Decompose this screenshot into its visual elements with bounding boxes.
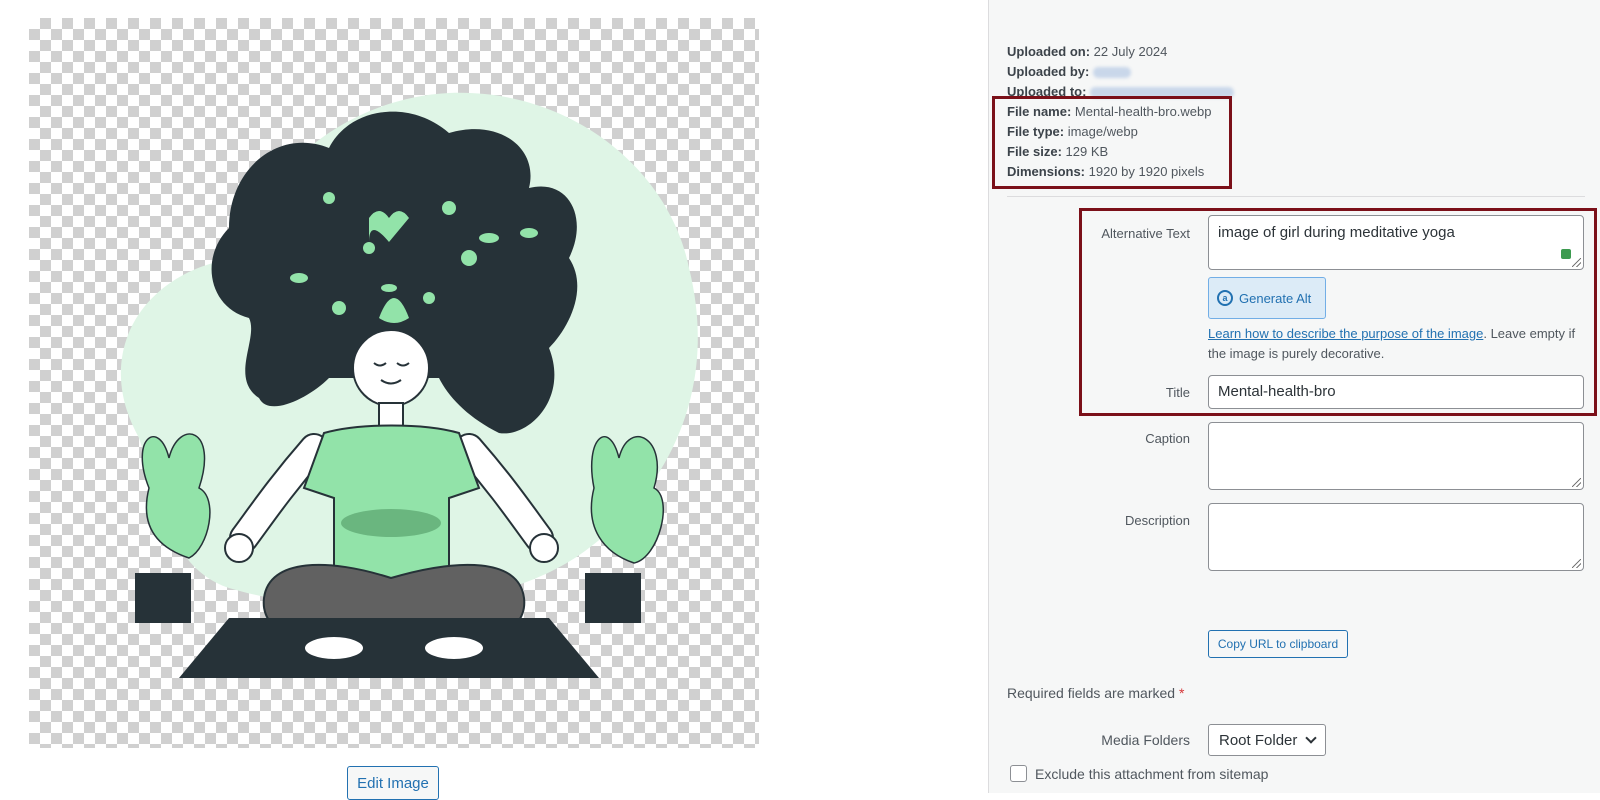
media-folders-select[interactable]: Root Folder: [1208, 724, 1326, 756]
resize-handle-icon[interactable]: [1572, 559, 1581, 568]
description-textarea[interactable]: [1208, 503, 1584, 571]
caption-textarea[interactable]: [1208, 422, 1584, 490]
alt-text-label: Alternative Text: [1101, 226, 1190, 241]
alt-text-textarea[interactable]: image of girl during meditative yoga: [1208, 215, 1584, 270]
exclude-sitemap-row[interactable]: Exclude this attachment from sitemap: [1010, 765, 1268, 782]
required-star: *: [1178, 685, 1185, 701]
exclude-sitemap-checkbox[interactable]: [1010, 765, 1027, 782]
uploaded-on-value: 22 July 2024: [1093, 44, 1168, 59]
status-indicator-icon: [1561, 249, 1571, 259]
uploaded-by-label: Uploaded by:: [1007, 64, 1090, 79]
attachment-details-pane: Uploaded on: 22 July 2024 Uploaded by: U…: [988, 0, 1600, 793]
media-folders-value: Root Folder: [1219, 731, 1298, 749]
title-value: Mental-health-bro: [1218, 383, 1336, 400]
generate-alt-button[interactable]: a Generate Alt: [1208, 277, 1326, 319]
alt-text-help: Learn how to describe the purpose of the…: [1208, 324, 1588, 364]
edit-image-button[interactable]: Edit Image: [347, 766, 439, 800]
uploaded-on-label: Uploaded on:: [1007, 44, 1091, 59]
caption-label: Caption: [1145, 431, 1190, 446]
left-plant: [135, 433, 211, 623]
ai-generate-icon: a: [1217, 290, 1233, 306]
uploaded-on-row: Uploaded on: 22 July 2024: [1007, 42, 1234, 62]
chevron-down-icon: [1305, 732, 1317, 744]
title-input[interactable]: Mental-health-bro: [1208, 375, 1584, 409]
details-divider: [1007, 196, 1585, 197]
resize-handle-icon[interactable]: [1572, 478, 1581, 487]
attachment-preview-pane: Edit Image: [0, 0, 988, 800]
exclude-sitemap-label: Exclude this attachment from sitemap: [1035, 765, 1269, 782]
media-folders-label: Media Folders: [1101, 732, 1190, 748]
copy-url-button[interactable]: Copy URL to clipboard: [1208, 630, 1348, 658]
generate-alt-label: Generate Alt: [1239, 290, 1312, 306]
meditation-illustration: [120, 92, 698, 678]
alt-text-value: image of girl during meditative yoga: [1218, 224, 1455, 241]
image-preview: [29, 18, 759, 748]
right-plant: [585, 436, 664, 623]
resize-handle-icon[interactable]: [1572, 258, 1581, 267]
redacted-uploader: [1092, 67, 1131, 79]
description-label: Description: [1124, 513, 1190, 528]
alt-text-help-link[interactable]: Learn how to describe the purpose of the…: [1208, 326, 1483, 341]
yoga-mat: [179, 618, 599, 678]
required-fields-text: Required fields are marked: [1007, 685, 1176, 701]
title-label: Title: [1165, 385, 1190, 400]
required-fields-note: Required fields are marked *: [1007, 685, 1184, 701]
face: [352, 329, 430, 407]
uploaded-by-row: Uploaded by:: [1007, 62, 1234, 82]
file-info-highlight-box: [992, 96, 1232, 189]
